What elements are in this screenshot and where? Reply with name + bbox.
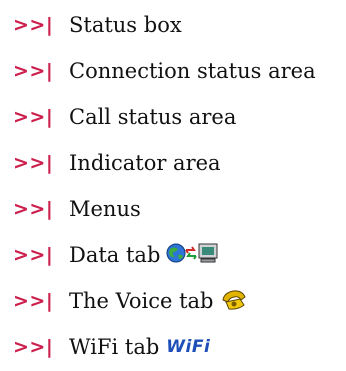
- link-label: Call status area: [69, 105, 237, 129]
- link-call-status-area[interactable]: >>| Call status area: [0, 100, 236, 134]
- link-voice-tab[interactable]: >>| The Voice tab: [0, 284, 248, 318]
- link-label: WiFi tab: [69, 335, 160, 359]
- link-label: Data tab: [69, 243, 161, 267]
- jump-marker: >>|: [13, 14, 54, 36]
- jump-marker: >>|: [13, 290, 54, 312]
- link-label: Indicator area: [69, 151, 221, 175]
- wifi-logo-icon: WiFi: [166, 337, 211, 357]
- jump-marker: >>|: [13, 336, 54, 358]
- jump-marker: >>|: [13, 244, 54, 266]
- link-indicator-area[interactable]: >>| Indicator area: [0, 146, 221, 180]
- link-label: Status box: [69, 13, 182, 37]
- globe-computer-transfer-icon: [166, 242, 220, 268]
- link-label: The Voice tab: [69, 289, 214, 313]
- jump-marker: >>|: [13, 198, 54, 220]
- jump-marker: >>|: [13, 60, 54, 82]
- link-menus[interactable]: >>| Menus: [0, 192, 141, 226]
- jump-marker: >>|: [13, 152, 54, 174]
- jump-marker: >>|: [13, 106, 54, 128]
- link-status-box[interactable]: >>| Status box: [0, 8, 182, 42]
- link-data-tab[interactable]: >>| Data tab: [0, 238, 220, 272]
- link-wifi-tab[interactable]: >>| WiFi tab WiFi: [0, 330, 210, 364]
- link-label: Menus: [69, 197, 141, 221]
- link-connection-status-area[interactable]: >>| Connection status area: [0, 54, 316, 88]
- phone-handset-icon: [220, 287, 248, 315]
- link-label: Connection status area: [69, 59, 316, 83]
